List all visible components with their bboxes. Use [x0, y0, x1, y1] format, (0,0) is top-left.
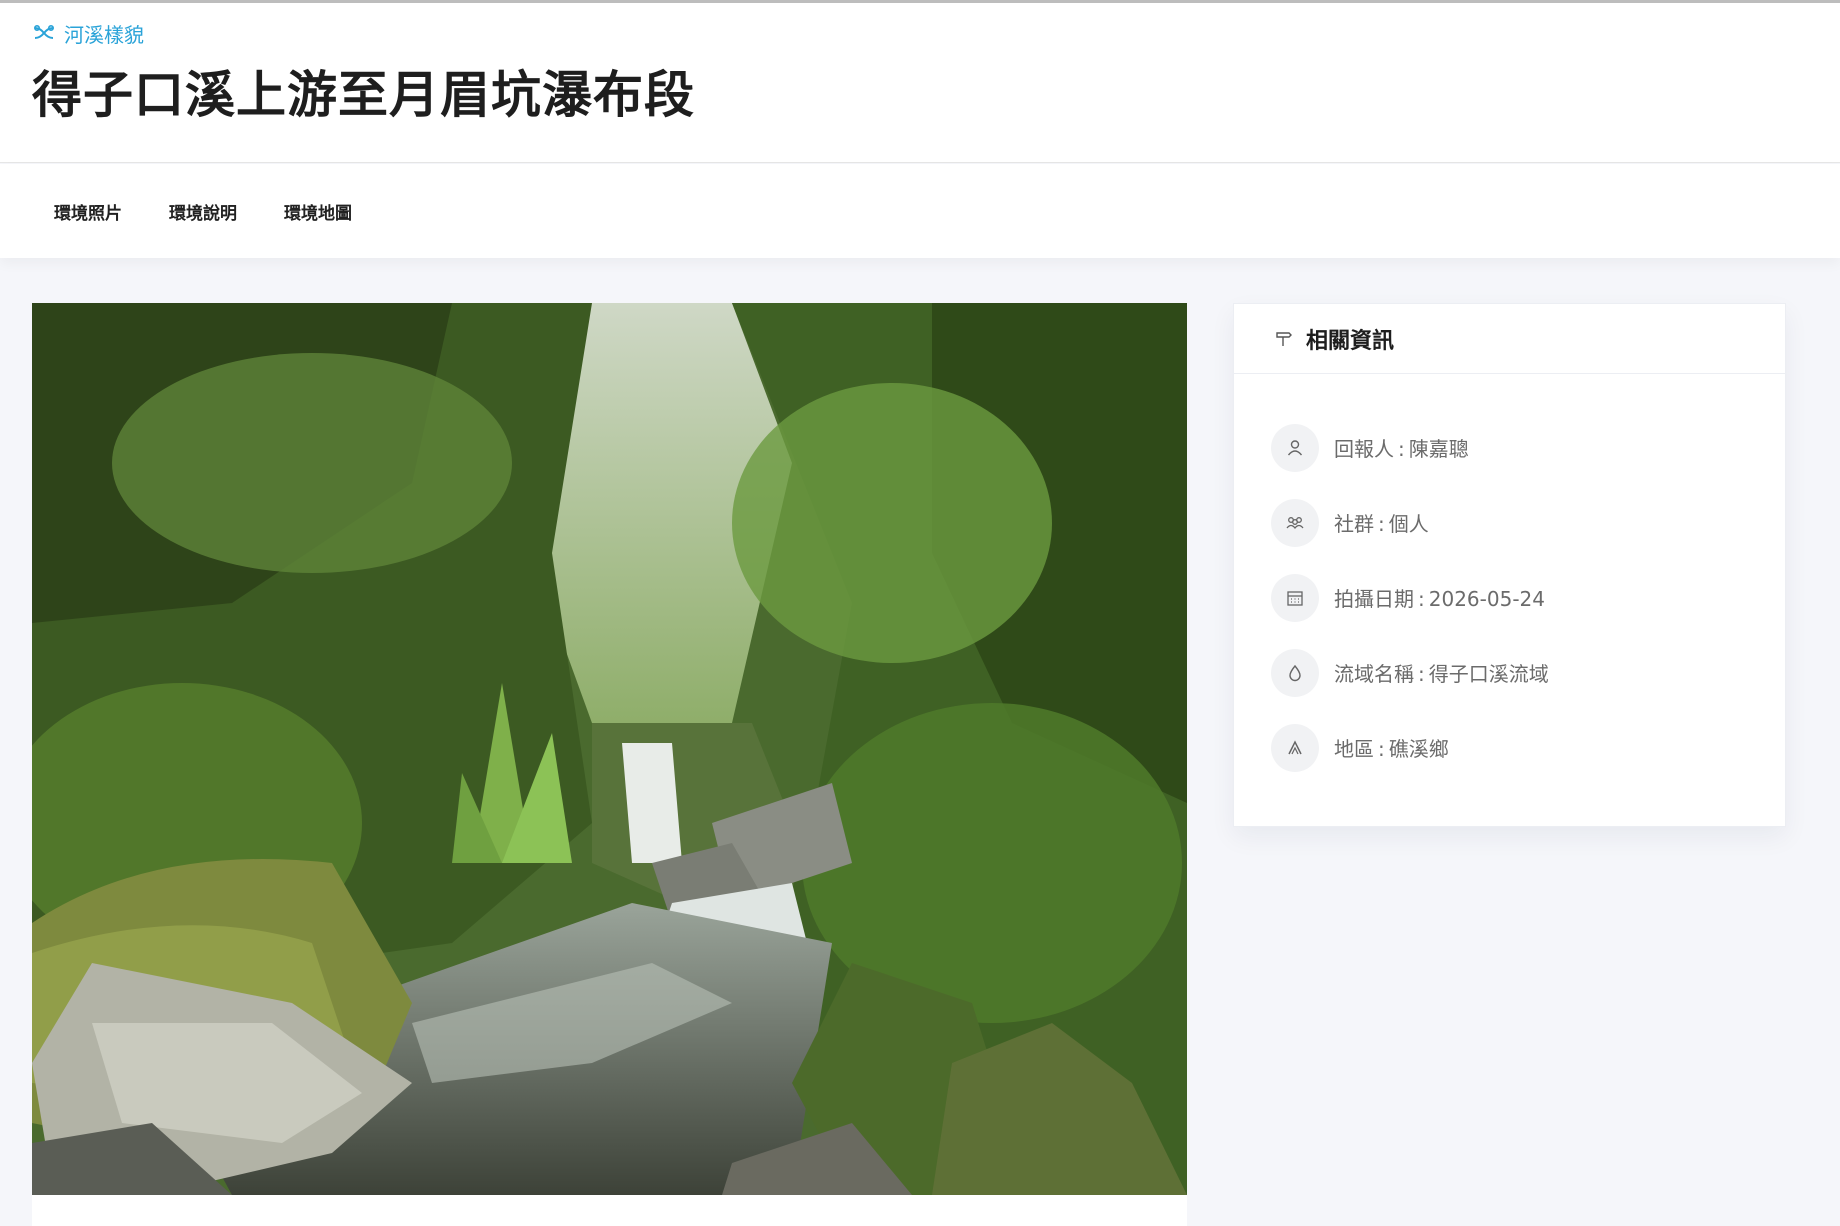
info-label-community: 社群 — [1334, 512, 1374, 536]
info-label-basin: 流域名稱 — [1334, 662, 1414, 686]
calendar-icon — [1271, 573, 1319, 622]
page-title: 得子口溪上游至月眉坑瀑布段 — [32, 66, 695, 124]
info-item-basin: 流域名稱: 得子口溪流域 — [1271, 635, 1785, 710]
user-icon — [1271, 423, 1319, 472]
info-value-region: 礁溪鄉 — [1388, 737, 1449, 761]
info-text-basin: 流域名稱: 得子口溪流域 — [1334, 662, 1549, 686]
related-info-title: 相關資訊 — [1306, 328, 1395, 354]
info-text-community: 社群: 個人 — [1334, 512, 1429, 536]
info-value-date: 2026-05-24 — [1428, 587, 1545, 611]
group-icon — [1271, 498, 1319, 547]
related-info-list: 回報人: 陳嘉聰 社群: 個人 拍攝日期:2026-05-24 流域名稱: 得子口溪流… — [1234, 374, 1785, 785]
tab-map[interactable]: 環境地圖 — [284, 199, 352, 224]
section-tabs: 環境照片 環境說明 環境地圖 — [0, 164, 1840, 258]
mountain-icon — [1271, 723, 1319, 772]
photo-card — [32, 303, 1187, 1226]
info-value-community: 個人 — [1388, 512, 1429, 536]
related-info-card: 相關資訊 回報人: 陳嘉聰 社群: 個人 拍攝日期:2026-05-24 流域名稱:… — [1233, 303, 1786, 827]
info-text-reporter: 回報人: 陳嘉聰 — [1334, 437, 1469, 461]
environment-photo[interactable] — [32, 303, 1187, 1195]
info-label-reporter: 回報人 — [1334, 437, 1394, 461]
info-label-date: 拍攝日期 — [1334, 587, 1414, 611]
info-item-reporter: 回報人: 陳嘉聰 — [1271, 410, 1785, 485]
info-text-region: 地區: 礁溪鄉 — [1334, 737, 1449, 761]
tab-description[interactable]: 環境說明 — [169, 199, 237, 224]
page-header: 河溪樣貌 得子口溪上游至月眉坑瀑布段 — [0, 3, 1840, 163]
info-item-date: 拍攝日期:2026-05-24 — [1271, 560, 1785, 635]
related-info-header: 相關資訊 — [1234, 304, 1785, 374]
water-drop-icon — [1271, 648, 1319, 697]
info-label-region: 地區 — [1334, 737, 1374, 761]
info-text-date: 拍攝日期:2026-05-24 — [1334, 587, 1545, 611]
info-item-region: 地區: 礁溪鄉 — [1271, 710, 1785, 785]
info-value-reporter: 陳嘉聰 — [1408, 437, 1469, 461]
category-label: 河溪樣貌 — [64, 22, 144, 47]
tab-photos[interactable]: 環境照片 — [54, 199, 122, 224]
river-fork-icon — [33, 24, 54, 39]
stream-photo-image — [32, 303, 1187, 1195]
category-link[interactable]: 河溪樣貌 — [32, 19, 144, 47]
info-item-community: 社群: 個人 — [1271, 485, 1785, 560]
info-value-basin: 得子口溪流域 — [1428, 662, 1549, 686]
signpost-icon — [1276, 331, 1292, 346]
